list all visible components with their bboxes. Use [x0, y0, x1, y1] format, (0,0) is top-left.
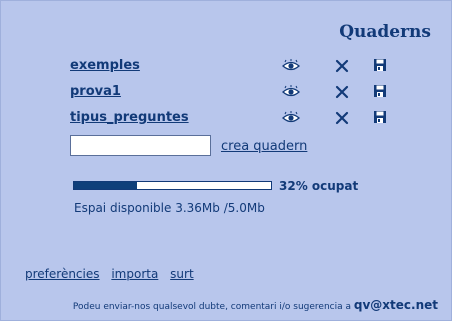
close-icon[interactable]: [335, 59, 353, 73]
preferences-link[interactable]: preferències: [25, 267, 100, 281]
usage-progress-fill: [74, 182, 138, 189]
create-notebook-link[interactable]: crea quadern: [221, 139, 307, 154]
floppy-disk-icon[interactable]: [373, 84, 391, 98]
exit-link[interactable]: surt: [170, 267, 194, 281]
notebook-link[interactable]: exemples: [70, 58, 140, 73]
contact-email-link[interactable]: qv@xtec.net: [354, 298, 438, 312]
new-notebook-input[interactable]: [70, 135, 211, 156]
available-space-text: Espai disponible 3.36Mb /5.0Mb: [74, 201, 265, 215]
usage-percent-label: 32% ocupat: [279, 179, 359, 193]
contact-message: Podeu enviar-nos qualsevol dubte, coment…: [72, 302, 351, 312]
notebook-link[interactable]: tipus_preguntes: [70, 110, 189, 125]
eye-icon[interactable]: [282, 85, 300, 99]
eye-icon[interactable]: [282, 59, 300, 73]
usage-progress-bar: [73, 181, 272, 190]
close-icon[interactable]: [335, 85, 353, 99]
notebook-link[interactable]: prova1: [70, 84, 121, 99]
floppy-disk-icon[interactable]: [373, 110, 391, 124]
close-icon[interactable]: [335, 111, 353, 125]
page-title: Quaderns: [339, 22, 431, 42]
footer-links: preferències importa surt: [25, 267, 202, 281]
floppy-disk-icon[interactable]: [373, 58, 391, 72]
import-link[interactable]: importa: [111, 267, 158, 281]
contact-text: Podeu enviar-nos qualsevol dubte, coment…: [73, 298, 438, 312]
eye-icon[interactable]: [282, 111, 300, 125]
